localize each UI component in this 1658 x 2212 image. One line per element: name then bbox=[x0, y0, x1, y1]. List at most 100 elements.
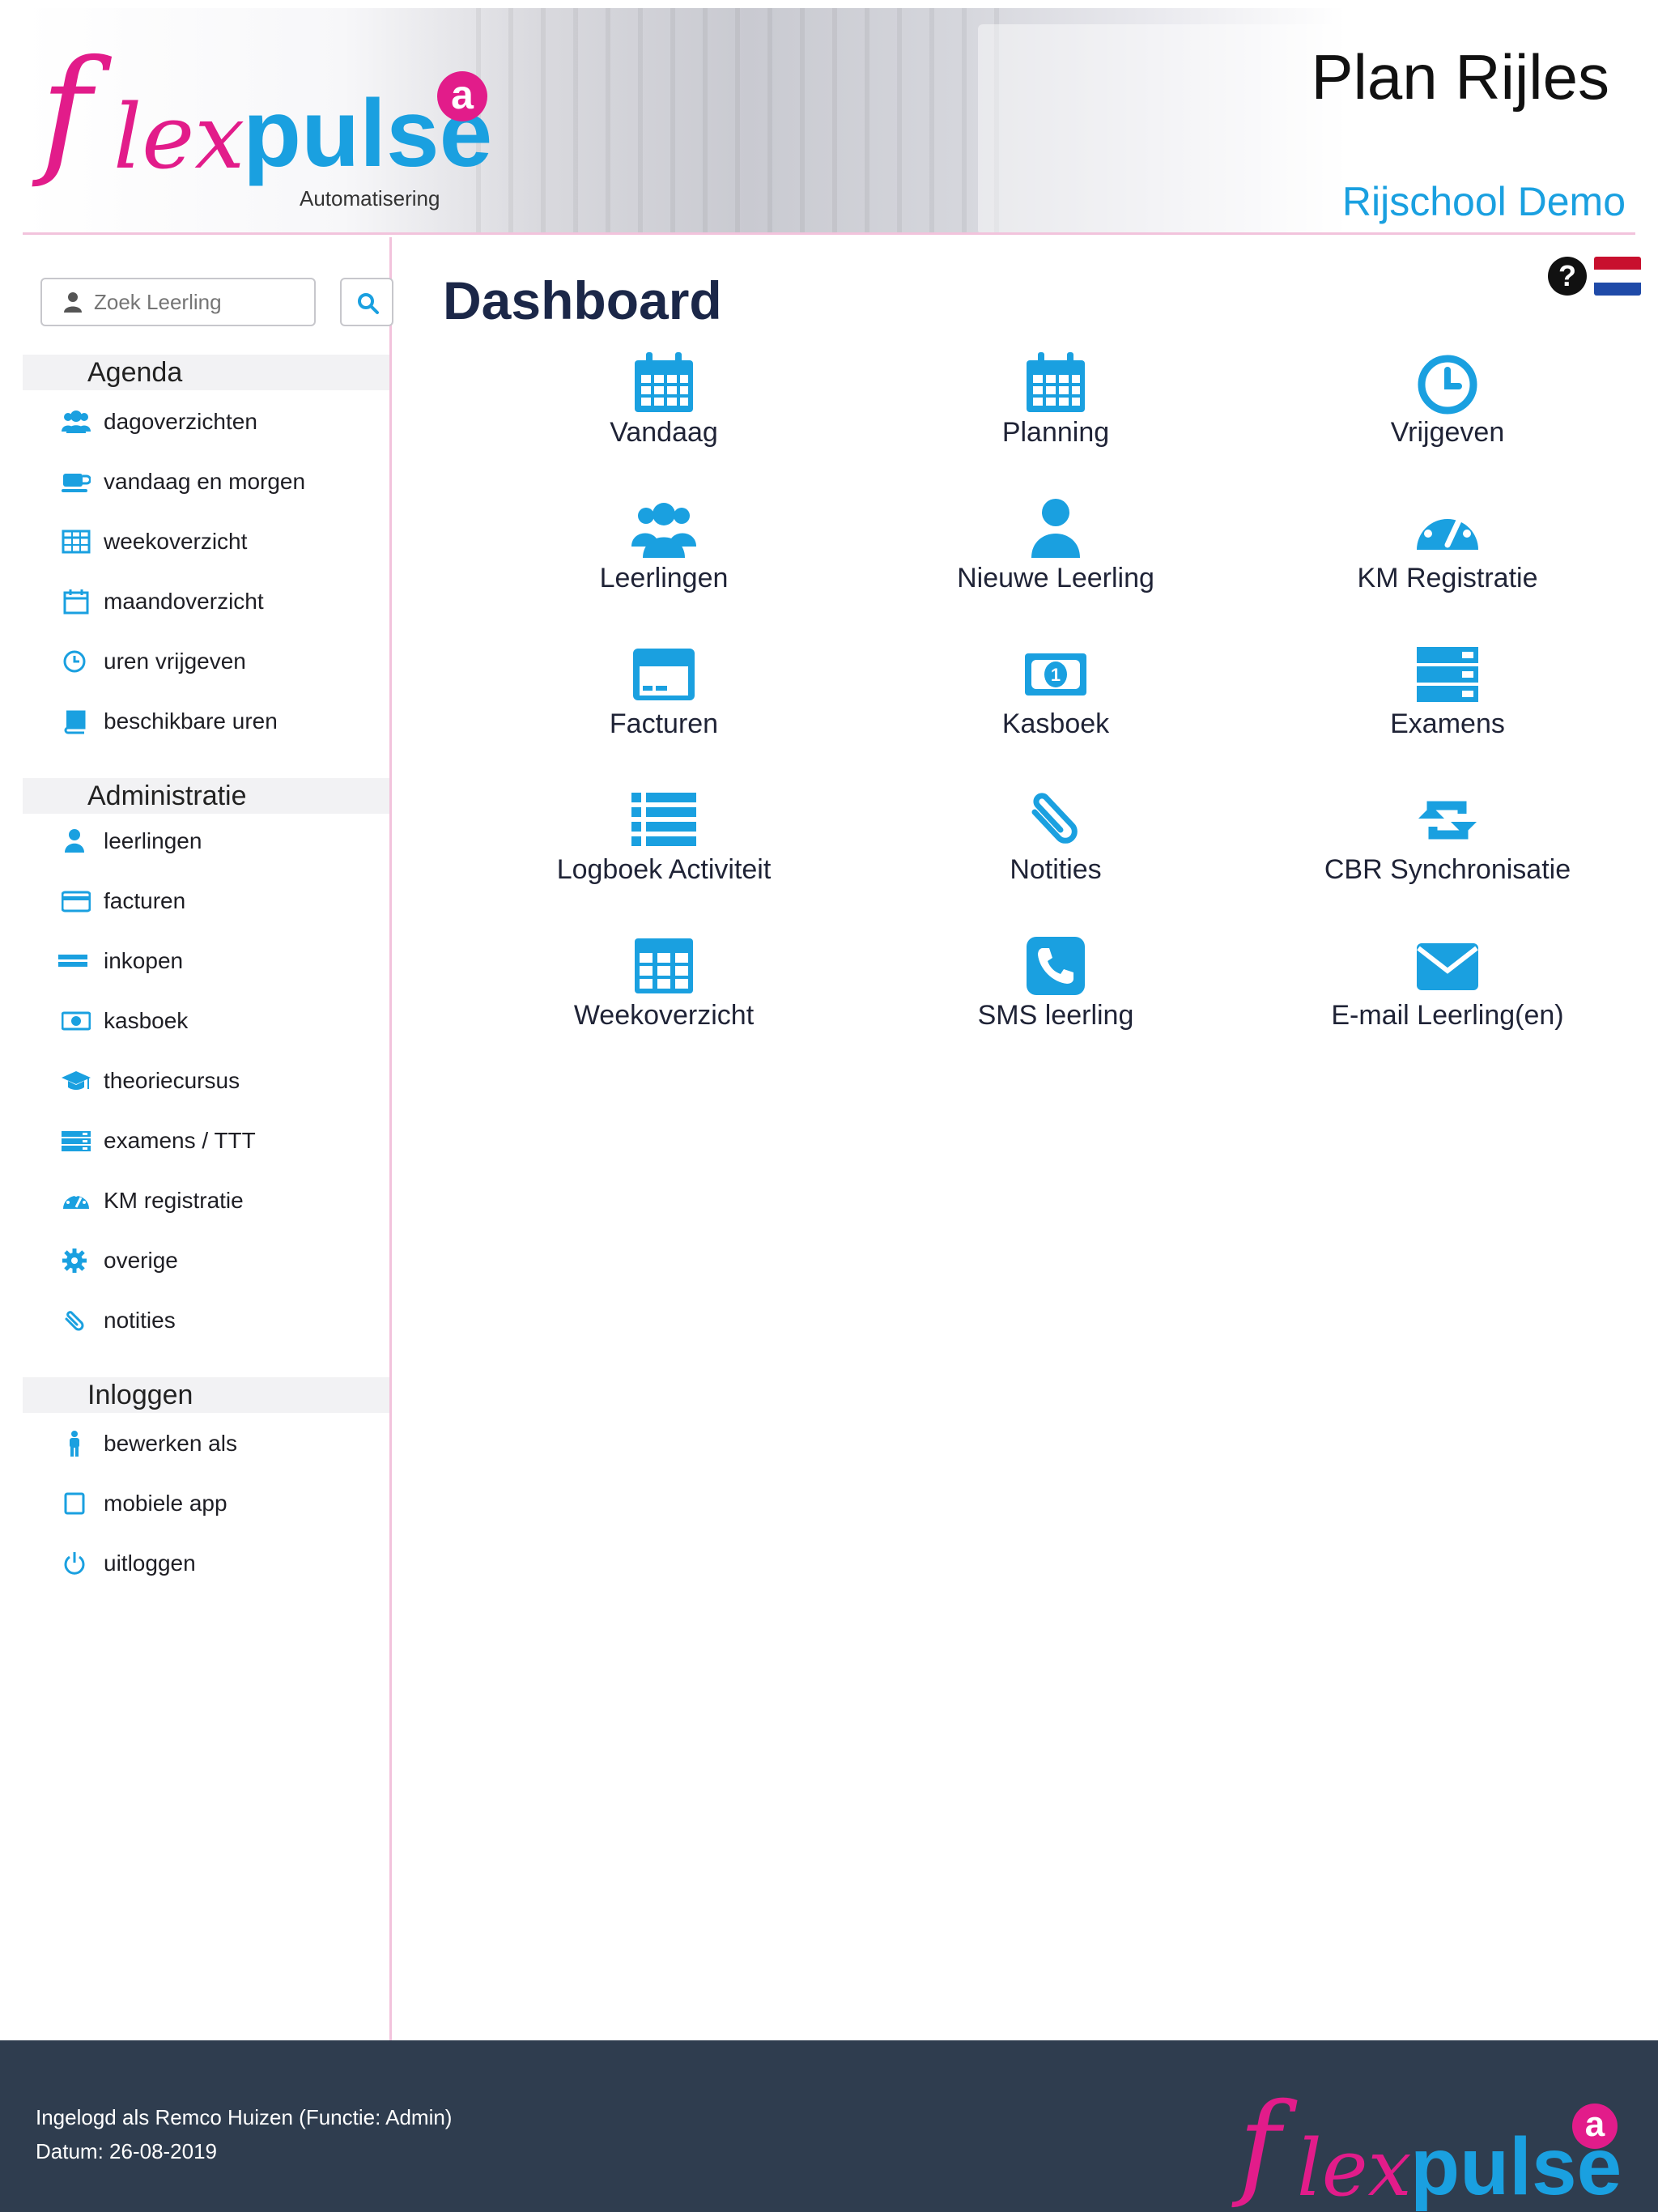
brand-logo-subtitle: Automatisering bbox=[300, 186, 440, 211]
sidebar-item-label: uren vrijgeven bbox=[104, 649, 246, 674]
sidebar-item-label: mobiele app bbox=[104, 1491, 227, 1516]
sidebar-item-theoriecursus[interactable]: theoriecursus bbox=[23, 1057, 389, 1105]
sidebar-item-dagoverzichten[interactable]: dagoverzichten bbox=[23, 398, 389, 446]
page-title: Dashboard bbox=[443, 270, 722, 330]
sidebar-item-label: examens / TTT bbox=[104, 1128, 256, 1153]
svg-text:1: 1 bbox=[1051, 665, 1061, 685]
brand-logo-f: f bbox=[40, 31, 91, 191]
tile-nieuwe-leerling[interactable]: Nieuwe Leerling bbox=[902, 496, 1209, 618]
tile-cbr-synchronisatie[interactable]: CBR Synchronisatie bbox=[1294, 788, 1601, 909]
clock-icon bbox=[63, 650, 86, 673]
sidebar-item-label: uitloggen bbox=[104, 1551, 196, 1576]
sidebar-item-beschikbare-uren[interactable]: beschikbare uren bbox=[23, 697, 389, 746]
tile-vrijgeven[interactable]: Vrijgeven bbox=[1294, 351, 1601, 472]
user-icon bbox=[65, 829, 84, 853]
help-icon[interactable]: ? bbox=[1548, 257, 1587, 296]
tile-label: E-mail Leerling(en) bbox=[1331, 1000, 1564, 1031]
calendar-icon bbox=[1027, 352, 1085, 412]
sidebar-item-label: theoriecursus bbox=[104, 1068, 240, 1093]
search-icon bbox=[358, 293, 379, 314]
tile-weekoverzicht[interactable]: Weekoverzicht bbox=[510, 934, 818, 1055]
coffee-icon bbox=[62, 474, 91, 492]
sidebar-item-label: facturen bbox=[104, 888, 186, 913]
bars-icon bbox=[58, 955, 87, 967]
app-page: f lex pulse a Automatisering Plan Rijles… bbox=[23, 8, 1641, 2040]
sidebar-item-vandaag-en-morgen[interactable]: vandaag en morgen bbox=[23, 457, 389, 506]
tile-sms-leerling[interactable]: SMS leerling bbox=[902, 934, 1209, 1055]
tile-kasboek[interactable]: 1 Kasboek bbox=[902, 642, 1209, 764]
brand-logo[interactable]: f lex pulse a Automatisering bbox=[40, 34, 510, 212]
sidebar-item-weekoverzicht[interactable]: weekoverzicht bbox=[23, 517, 389, 566]
tile-label: Vrijgeven bbox=[1390, 417, 1505, 448]
graduation-cap-icon bbox=[62, 1071, 91, 1090]
sidebar-item-label: maandoverzicht bbox=[104, 589, 264, 614]
sidebar-item-label: beschikbare uren bbox=[104, 708, 278, 734]
sidebar-item-km-registratie[interactable]: KM registratie bbox=[23, 1176, 389, 1225]
credit-card-icon bbox=[62, 891, 91, 912]
sidebar: Agenda dagoverzichten vandaag en morgen … bbox=[23, 237, 393, 2040]
tile-label: Notities bbox=[1010, 854, 1102, 885]
money-icon bbox=[62, 1011, 91, 1031]
sidebar-item-leerlingen[interactable]: leerlingen bbox=[23, 817, 389, 866]
sidebar-item-uren-vrijgeven[interactable]: uren vrijgeven bbox=[23, 637, 389, 686]
users-icon bbox=[631, 503, 696, 558]
dashboard-icon bbox=[1417, 507, 1478, 550]
tile-label: KM Registratie bbox=[1357, 563, 1538, 593]
paperclip-icon bbox=[1031, 793, 1078, 844]
phone-icon bbox=[1027, 937, 1085, 995]
sidebar-item-maandoverzicht[interactable]: maandoverzicht bbox=[23, 577, 389, 626]
tile-label: CBR Synchronisatie bbox=[1324, 854, 1571, 885]
money-icon: 1 bbox=[1025, 653, 1086, 696]
footer-logo-lex: lex bbox=[1297, 2123, 1412, 2212]
sidebar-item-uitloggen[interactable]: uitloggen bbox=[23, 1539, 389, 1588]
tile-planning[interactable]: Planning bbox=[902, 351, 1209, 472]
section-header-administratie: Administratie bbox=[23, 778, 389, 814]
tile-e-mail-leerlingen[interactable]: E-mail Leerling(en) bbox=[1294, 934, 1601, 1055]
tile-leerlingen[interactable]: Leerlingen bbox=[510, 496, 818, 618]
search-button[interactable] bbox=[340, 278, 393, 326]
tile-vandaag[interactable]: Vandaag bbox=[510, 351, 818, 472]
sidebar-item-bewerken-als[interactable]: bewerken als bbox=[23, 1419, 389, 1468]
sidebar-item-label: leerlingen bbox=[104, 828, 202, 853]
sidebar-item-overige[interactable]: overige bbox=[23, 1236, 389, 1285]
footer-brand-logo: f lex pulse a bbox=[1239, 2089, 1627, 2212]
credit-card-icon bbox=[633, 649, 695, 700]
dutch-flag-icon[interactable] bbox=[1594, 257, 1641, 296]
brand-logo-lex: lex bbox=[113, 85, 245, 189]
tile-facturen[interactable]: Facturen bbox=[510, 642, 818, 764]
tile-label: SMS leerling bbox=[977, 1000, 1134, 1031]
gear-icon bbox=[62, 1249, 87, 1273]
list-alt-icon bbox=[62, 1131, 91, 1151]
tile-km-registratie[interactable]: KM Registratie bbox=[1294, 496, 1601, 618]
header-banner: f lex pulse a Automatisering Plan Rijles… bbox=[23, 8, 1635, 235]
power-icon bbox=[64, 1552, 85, 1575]
paperclip-icon bbox=[65, 1311, 84, 1331]
tile-label: Logboek Activiteit bbox=[556, 854, 772, 885]
section-header-inloggen: Inloggen bbox=[23, 1377, 389, 1413]
tile-label: Kasboek bbox=[1001, 708, 1110, 739]
sidebar-item-label: overige bbox=[104, 1248, 178, 1273]
footer-logo-f: f bbox=[1239, 2079, 1281, 2211]
tile-examens[interactable]: Examens bbox=[1294, 642, 1601, 764]
sidebar-item-examens-ttt[interactable]: examens / TTT bbox=[23, 1117, 389, 1165]
sidebar-item-kasboek[interactable]: kasboek bbox=[23, 997, 389, 1045]
main-content: Dashboard ? Vandaag Planning Vrijgeven L… bbox=[394, 237, 1641, 2040]
tile-logboek-activiteit[interactable]: Logboek Activiteit bbox=[510, 788, 818, 909]
tile-notities[interactable]: Notities bbox=[902, 788, 1209, 909]
sidebar-item-notities[interactable]: notities bbox=[23, 1296, 389, 1345]
sidebar-item-facturen[interactable]: facturen bbox=[23, 877, 389, 925]
user-icon bbox=[64, 292, 82, 313]
current-date: Datum: 26-08-2019 bbox=[36, 2139, 218, 2163]
brand-logo-badge: a bbox=[437, 71, 487, 121]
school-name: Rijschool Demo bbox=[1341, 179, 1626, 224]
sidebar-item-label: kasboek bbox=[104, 1008, 189, 1033]
table-icon bbox=[635, 938, 693, 993]
square-icon bbox=[64, 1492, 85, 1515]
tile-label: Nieuwe Leerling bbox=[957, 563, 1154, 593]
section-header-agenda: Agenda bbox=[23, 355, 389, 390]
sidebar-item-label: bewerken als bbox=[104, 1431, 237, 1456]
sidebar-item-inkopen[interactable]: inkopen bbox=[23, 937, 389, 985]
sidebar-item-mobiele-app[interactable]: mobiele app bbox=[23, 1479, 389, 1528]
student-search bbox=[40, 278, 393, 326]
sidebar-item-label: dagoverzichten bbox=[104, 409, 257, 434]
